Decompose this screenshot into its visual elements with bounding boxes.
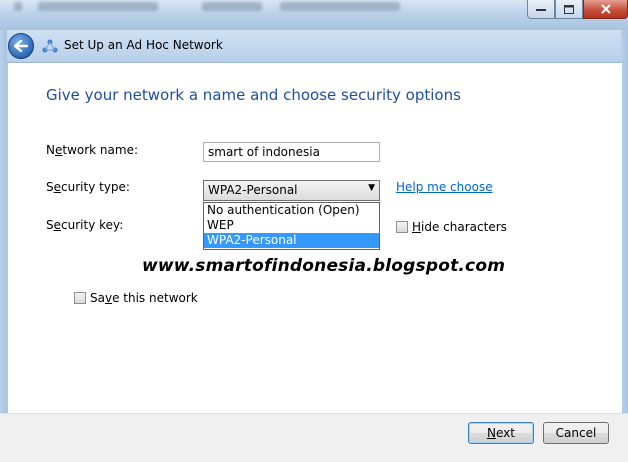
security-option-open[interactable]: No authentication (Open) (204, 203, 379, 218)
security-type-dropdown-list: No authentication (Open) WEP WPA2-Person… (203, 202, 380, 250)
hide-characters-label[interactable]: Hide characters (412, 220, 507, 234)
adhoc-network-icon (42, 39, 58, 53)
close-button[interactable] (583, 0, 628, 19)
wizard-title: Set Up an Ad Hoc Network (64, 38, 223, 52)
window-controls (527, 0, 628, 22)
network-name-input[interactable]: smart of indonesia (203, 142, 380, 162)
wizard-footer: Next Cancel (0, 413, 628, 462)
security-type-value: WPA2-Personal (208, 183, 298, 197)
dropdown-arrow-icon: ▼ (368, 183, 375, 193)
security-key-label: Security key: (46, 218, 124, 232)
back-arrow-icon (14, 40, 28, 52)
save-network-label[interactable]: Save this network (90, 291, 198, 305)
next-button[interactable]: Next (468, 422, 534, 444)
security-type-label: Security type: (46, 180, 130, 194)
hide-characters-checkbox[interactable] (396, 221, 408, 233)
close-icon (600, 4, 611, 14)
help-me-choose-link[interactable]: Help me choose (396, 180, 493, 194)
minimize-icon (536, 9, 546, 11)
back-button[interactable] (8, 33, 34, 59)
window-titlebar[interactable] (0, 0, 628, 31)
watermark-text: www.smartofindonesia.blogspot.com (142, 256, 506, 276)
security-type-select[interactable]: WPA2-Personal ▼ (203, 180, 380, 201)
page-heading: Give your network a name and choose secu… (46, 86, 461, 104)
window-left-border (0, 30, 7, 461)
security-option-wpa2[interactable]: WPA2-Personal (204, 233, 379, 248)
save-network-checkbox[interactable] (74, 292, 86, 304)
maximize-icon (564, 4, 574, 14)
minimize-button[interactable] (527, 0, 555, 19)
wizard-navbar: Set Up an Ad Hoc Network (0, 30, 628, 63)
blurred-background-tabs (14, 0, 414, 14)
maximize-button[interactable] (555, 0, 583, 19)
cancel-button[interactable]: Cancel (543, 422, 609, 444)
security-option-wep[interactable]: WEP (204, 218, 379, 233)
network-name-label: Network name: (46, 143, 139, 157)
